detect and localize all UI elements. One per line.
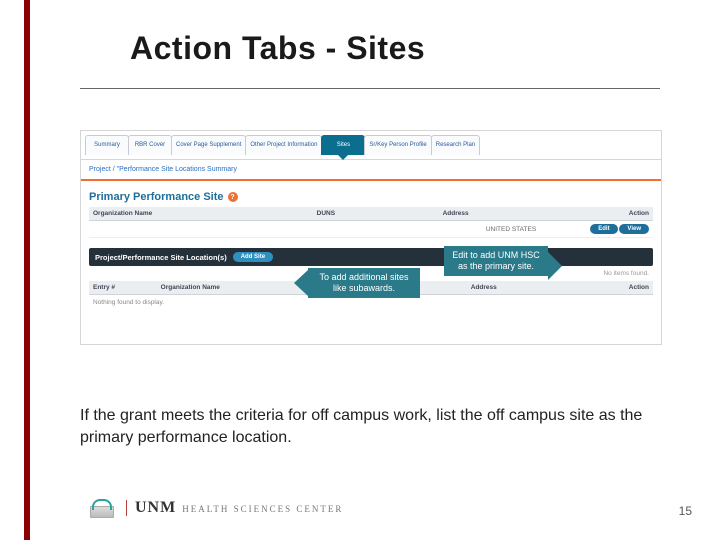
logo-dept: HEALTH SCIENCES CENTER [182,504,343,514]
col-action: Action [540,207,653,221]
body-text: If the grant meets the criteria for off … [80,405,660,448]
tab-summary[interactable]: Summary [85,135,129,155]
accent-bar [24,0,30,540]
add-site-button[interactable]: Add Site [233,252,273,262]
callout-edit-primary: Edit to add UNM HSC as the primary site. [444,246,548,276]
tab-srkey-person-profile[interactable]: Sr/Key Person Profile [364,135,431,155]
tab-sites[interactable]: Sites [321,135,365,155]
col-entry: Entry # [89,281,157,295]
col-action2: Action [551,281,653,295]
cell-duns [281,221,371,238]
primary-site-row: UNITED STATES Edit View [89,221,653,238]
cell-actions: Edit View [540,221,653,238]
primary-site-heading: Primary Performance Site ? [81,181,661,207]
col-duns: DUNS [281,207,371,221]
tab-other-project-info[interactable]: Other Project Information [245,135,322,155]
slide-title: Action Tabs - Sites [130,30,425,67]
col-address: Address [371,207,540,221]
edit-button[interactable]: Edit [590,224,617,234]
app-screenshot: Summary RBR Cover Cover Page Supplement … [80,130,662,345]
col-address2: Address [416,281,551,295]
building-icon [90,498,118,518]
tab-rbr-cover[interactable]: RBR Cover [128,135,172,155]
logo-text: UNM HEALTH SCIENCES CENTER [135,499,343,517]
primary-site-heading-label: Primary Performance Site [89,191,224,203]
primary-site-table: Organization Name DUNS Address Action UN… [89,207,653,238]
cell-org [89,221,281,238]
locations-heading-label: Project/Performance Site Location(s) [95,253,227,262]
logo-abbr: UNM [135,499,176,517]
col-org: Organization Name [89,207,281,221]
tab-cover-page-supplement[interactable]: Cover Page Supplement [171,135,246,155]
tab-research-plan[interactable]: Research Plan [431,135,480,155]
callout-add-sites-text: To add additional sites like subawards. [319,272,408,293]
title-rule [80,88,660,89]
help-icon[interactable]: ? [228,192,238,202]
cell-address: UNITED STATES [371,221,540,238]
locations-heading-bar: Project/Performance Site Location(s) Add… [89,248,653,266]
logo-divider [126,500,127,516]
callout-edit-primary-text: Edit to add UNM HSC as the primary site. [452,250,540,271]
tab-strip: Summary RBR Cover Cover Page Supplement … [81,131,661,155]
view-button[interactable]: View [619,224,649,234]
callout-add-sites: To add additional sites like subawards. [308,268,420,298]
page-number: 15 [679,504,692,518]
slide: Action Tabs - Sites Summary RBR Cover Co… [0,0,720,540]
breadcrumb: Project / "Performance Site Locations Su… [81,160,661,181]
footer-logo: UNM HEALTH SCIENCES CENTER [90,498,343,518]
